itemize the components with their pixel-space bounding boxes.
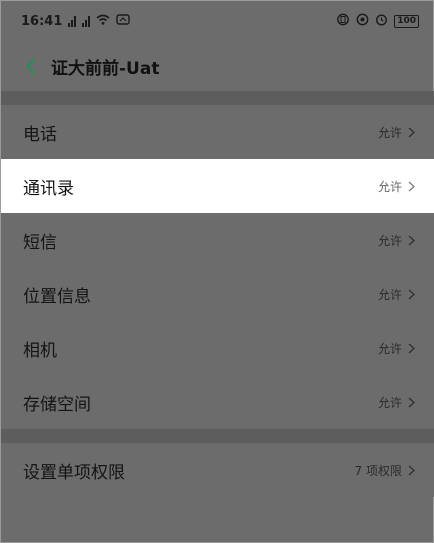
- permission-status: 允许: [378, 394, 415, 411]
- permission-status: 允许: [378, 178, 415, 195]
- permission-row-camera[interactable]: 相机 允许: [1, 321, 434, 375]
- cell-signal-2-icon: [82, 15, 91, 27]
- app-header: 证大前前-Uat: [1, 43, 434, 89]
- permission-row-location[interactable]: 位置信息 允许: [1, 267, 434, 321]
- chevron-right-icon: [408, 181, 415, 191]
- permission-label: 电话: [23, 124, 57, 145]
- permission-label: 短信: [23, 232, 57, 253]
- chevron-right-icon: [408, 235, 415, 245]
- section-divider: [1, 429, 434, 443]
- screen: 16:41 100 证大前前-Uat 电话 允许 通讯录 允许 短信 允许 位置…: [0, 0, 434, 543]
- permission-row-sms[interactable]: 短信 允许: [1, 213, 434, 267]
- permission-value: 允许: [377, 233, 402, 248]
- permission-status: 允许: [378, 286, 415, 303]
- wifi-icon: [96, 14, 110, 29]
- permission-label: 位置信息: [23, 286, 91, 307]
- page-title: 证大前前-Uat: [51, 58, 160, 79]
- permission-value: 允许: [377, 179, 402, 194]
- status-right: 100: [336, 13, 419, 30]
- nfc-icon: [116, 13, 131, 29]
- permission-row-phone[interactable]: 电话 允许: [1, 105, 434, 159]
- chevron-right-icon: [408, 289, 415, 299]
- permission-value: 允许: [377, 287, 402, 302]
- vibrate-icon: [336, 13, 350, 30]
- chevron-right-icon: [408, 127, 415, 137]
- individual-permissions-row[interactable]: 设置单项权限 7 项权限: [1, 443, 434, 497]
- alarm-icon: [375, 13, 388, 30]
- cell-signal-icon: [68, 15, 77, 27]
- permission-status: 允许: [378, 340, 415, 357]
- back-arrow-icon: [25, 57, 36, 75]
- chevron-right-icon: [408, 465, 415, 475]
- chevron-right-icon: [408, 343, 415, 353]
- permission-label: 通讯录: [23, 178, 74, 199]
- permission-status: 允许: [378, 124, 415, 141]
- individual-permissions-value: 7 项权限: [354, 463, 402, 478]
- permission-label: 存储空间: [23, 394, 91, 415]
- back-button[interactable]: [19, 53, 41, 79]
- status-bar: 16:41 100: [1, 1, 434, 41]
- chevron-right-icon: [408, 397, 415, 407]
- permission-row-storage[interactable]: 存储空间 允许: [1, 375, 434, 429]
- location-icon: [356, 13, 369, 30]
- status-time: 16:41: [21, 13, 63, 29]
- individual-permission-list: 设置单项权限 7 项权限: [1, 443, 434, 497]
- battery-icon: 100: [394, 14, 419, 28]
- permission-value: 允许: [377, 395, 402, 410]
- permission-row-contacts[interactable]: 通讯录 允许: [1, 159, 434, 213]
- section-divider: [1, 91, 434, 105]
- individual-permissions-status: 7 项权限: [355, 462, 415, 479]
- status-left: 16:41: [21, 13, 131, 29]
- permission-value: 允许: [377, 125, 402, 140]
- individual-permissions-label: 设置单项权限: [23, 462, 125, 483]
- permission-status: 允许: [378, 232, 415, 249]
- permission-label: 相机: [23, 340, 57, 361]
- permission-value: 允许: [377, 341, 402, 356]
- permission-list: 电话 允许 通讯录 允许 短信 允许 位置信息 允许 相机 允许 存储空间 允许: [1, 105, 434, 429]
